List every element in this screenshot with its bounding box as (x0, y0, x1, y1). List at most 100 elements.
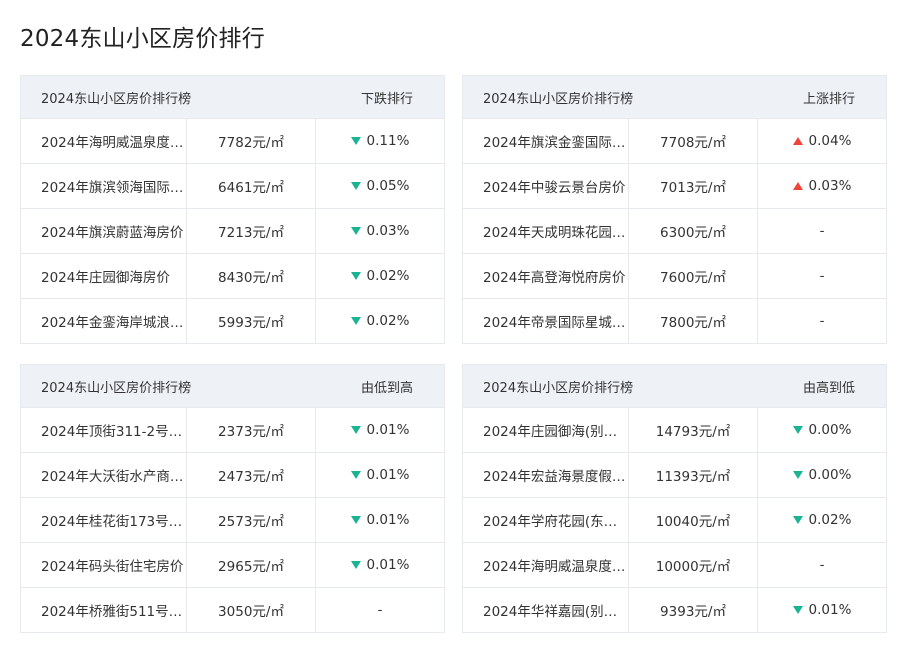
community-name-link[interactable]: 2024年天成明珠花园房价 (483, 221, 626, 241)
arrow-down-icon (792, 471, 803, 479)
arrow-down-icon (350, 471, 361, 479)
community-name-link[interactable]: 2024年金銮海岸城浪琴湾房价 (41, 311, 184, 331)
community-name-link[interactable]: 2024年宏益海景度假村房价 (483, 465, 626, 485)
ranking-card-decline: 2024东山小区房价排行榜 下跌排行 2024年海明威温泉度假村房价7782元/… (20, 75, 445, 344)
community-name-cell[interactable]: 2024年旗滨蔚蓝海房价 (21, 209, 187, 253)
price-cell: 7782元/㎡ (187, 119, 316, 163)
change-value: 0.03% (808, 178, 852, 194)
arrow-down-icon (792, 606, 803, 614)
table-row[interactable]: 2024年学府花园(东山)房价10040元/㎡ 0.02% (463, 497, 886, 542)
community-name-link[interactable]: 2024年庄园御海房价 (41, 266, 170, 286)
card-title: 2024东山小区房价排行榜 (483, 380, 634, 396)
table-row[interactable]: 2024年顶街311-2号房价 2373元/㎡ 0.01% (21, 407, 444, 452)
community-name-cell[interactable]: 2024年码头街住宅房价 (21, 543, 187, 587)
community-name-link[interactable]: 2024年桥雅街511号房价 (41, 600, 184, 620)
change-value: 0.05% (366, 178, 410, 194)
price-cell: 6461元/㎡ (187, 164, 316, 208)
change-value: 0.11% (366, 133, 410, 149)
community-name-cell[interactable]: 2024年金銮海岸城浪琴湾房价 (21, 299, 187, 343)
change-cell: 0.03% (758, 164, 886, 208)
community-name-link[interactable]: 2024年旗滨领海国际房价 (41, 176, 184, 196)
price-cell: 10000元/㎡ (629, 543, 758, 587)
community-name-cell[interactable]: 2024年学府花园(东山)房价 (463, 498, 629, 542)
community-name-cell[interactable]: 2024年华祥嘉园(别墅)房价 (463, 588, 629, 632)
table-row[interactable]: 2024年宏益海景度假村房价11393元/㎡ 0.00% (463, 452, 886, 497)
community-name-cell[interactable]: 2024年海明威温泉度假村房价 (21, 119, 187, 163)
community-name-link[interactable]: 2024年帝景国际星城房价 (483, 311, 626, 331)
change-cell: - (758, 299, 886, 343)
card-title: 2024东山小区房价排行榜 (41, 380, 192, 396)
table-row[interactable]: 2024年海明威温泉度假村房价10000元/㎡ - (463, 542, 886, 587)
community-name-cell[interactable]: 2024年顶街311-2号房价 (21, 408, 187, 452)
change-value: 0.00% (808, 422, 852, 438)
price-cell: 8430元/㎡ (187, 254, 316, 298)
change-cell: 0.00% (758, 408, 886, 452)
card-tag[interactable]: 下跌排行 (361, 88, 413, 107)
table-row[interactable]: 2024年桂花街173号房价 2573元/㎡ 0.01% (21, 497, 444, 542)
community-name-link[interactable]: 2024年海明威温泉度假村房价 (483, 555, 626, 575)
community-name-link[interactable]: 2024年海明威温泉度假村房价 (41, 131, 184, 151)
table-row[interactable]: 2024年海明威温泉度假村房价7782元/㎡ 0.11% (21, 118, 444, 163)
community-name-link[interactable]: 2024年顶街311-2号房价 (41, 420, 184, 440)
ranking-card-rise: 2024东山小区房价排行榜 上涨排行 2024年旗滨金銮国际房价 7708元/㎡ 0… (462, 75, 887, 344)
table-row[interactable]: 2024年帝景国际星城房价 7800元/㎡ - (463, 298, 886, 343)
community-name-cell[interactable]: 2024年旗滨金銮国际房价 (463, 119, 629, 163)
community-name-cell[interactable]: 2024年桥雅街511号房价 (21, 588, 187, 632)
table-row[interactable]: 2024年旗滨领海国际房价 6461元/㎡ 0.05% (21, 163, 444, 208)
table-row[interactable]: 2024年桥雅街511号房价 3050元/㎡ - (21, 587, 444, 632)
change-value: - (819, 223, 825, 239)
price-cell: 10040元/㎡ (629, 498, 758, 542)
change-cell: - (758, 543, 886, 587)
table-row[interactable]: 2024年金銮海岸城浪琴湾房价5993元/㎡ 0.02% (21, 298, 444, 343)
price-cell: 6300元/㎡ (629, 209, 758, 253)
price-cell: 9393元/㎡ (629, 588, 758, 632)
arrow-up-icon (792, 137, 803, 145)
card-title: 2024东山小区房价排行榜 (483, 91, 634, 107)
change-cell: 0.01% (316, 543, 444, 587)
community-name-cell[interactable]: 2024年帝景国际星城房价 (463, 299, 629, 343)
community-name-cell[interactable]: 2024年中骏云景台房价 (463, 164, 629, 208)
community-name-link[interactable]: 2024年码头街住宅房价 (41, 555, 183, 575)
community-name-link[interactable]: 2024年学府花园(东山)房价 (483, 510, 626, 530)
change-value: - (819, 557, 825, 573)
table-row[interactable]: 2024年码头街住宅房价 2965元/㎡ 0.01% (21, 542, 444, 587)
community-name-cell[interactable]: 2024年宏益海景度假村房价 (463, 453, 629, 497)
change-cell: - (758, 209, 886, 253)
community-name-cell[interactable]: 2024年庄园御海(别墅)房价 (463, 408, 629, 452)
community-name-link[interactable]: 2024年旗滨蔚蓝海房价 (41, 221, 183, 241)
community-name-cell[interactable]: 2024年旗滨领海国际房价 (21, 164, 187, 208)
price-cell: 7708元/㎡ (629, 119, 758, 163)
community-name-cell[interactable]: 2024年大沃街水产商住楼房价 (21, 453, 187, 497)
community-name-link[interactable]: 2024年高登海悦府房价 (483, 266, 625, 286)
table-row[interactable]: 2024年大沃街水产商住楼房价2473元/㎡ 0.01% (21, 452, 444, 497)
community-name-cell[interactable]: 2024年海明威温泉度假村房价 (463, 543, 629, 587)
card-tag[interactable]: 由低到高 (361, 377, 413, 396)
community-name-link[interactable]: 2024年大沃街水产商住楼房价 (41, 465, 184, 485)
community-name-cell[interactable]: 2024年高登海悦府房价 (463, 254, 629, 298)
arrow-down-icon (350, 317, 361, 325)
community-name-link[interactable]: 2024年旗滨金銮国际房价 (483, 131, 626, 151)
table-row[interactable]: 2024年华祥嘉园(别墅)房价9393元/㎡ 0.01% (463, 587, 886, 632)
community-name-link[interactable]: 2024年庄园御海(别墅)房价 (483, 420, 626, 440)
community-name-cell[interactable]: 2024年天成明珠花园房价 (463, 209, 629, 253)
community-name-cell[interactable]: 2024年庄园御海房价 (21, 254, 187, 298)
change-value: - (377, 602, 383, 618)
table-row[interactable]: 2024年高登海悦府房价 7600元/㎡ - (463, 253, 886, 298)
card-header: 2024东山小区房价排行榜 由高到低 (463, 365, 886, 407)
change-cell: 0.05% (316, 164, 444, 208)
community-name-cell[interactable]: 2024年桂花街173号房价 (21, 498, 187, 542)
table-row[interactable]: 2024年天成明珠花园房价 6300元/㎡ - (463, 208, 886, 253)
community-name-link[interactable]: 2024年华祥嘉园(别墅)房价 (483, 600, 626, 620)
card-tag[interactable]: 由高到低 (803, 377, 855, 396)
table-row[interactable]: 2024年庄园御海房价 8430元/㎡ 0.02% (21, 253, 444, 298)
card-tag[interactable]: 上涨排行 (803, 88, 855, 107)
price-cell: 14793元/㎡ (629, 408, 758, 452)
community-name-link[interactable]: 2024年桂花街173号房价 (41, 510, 184, 530)
table-row[interactable]: 2024年旗滨金銮国际房价 7708元/㎡ 0.04% (463, 118, 886, 163)
community-name-link[interactable]: 2024年中骏云景台房价 (483, 176, 625, 196)
table-row[interactable]: 2024年中骏云景台房价 7013元/㎡ 0.03% (463, 163, 886, 208)
change-value: 0.01% (366, 512, 410, 528)
table-row[interactable]: 2024年旗滨蔚蓝海房价 7213元/㎡ 0.03% (21, 208, 444, 253)
table-row[interactable]: 2024年庄园御海(别墅)房价14793元/㎡ 0.00% (463, 407, 886, 452)
change-cell: - (758, 254, 886, 298)
